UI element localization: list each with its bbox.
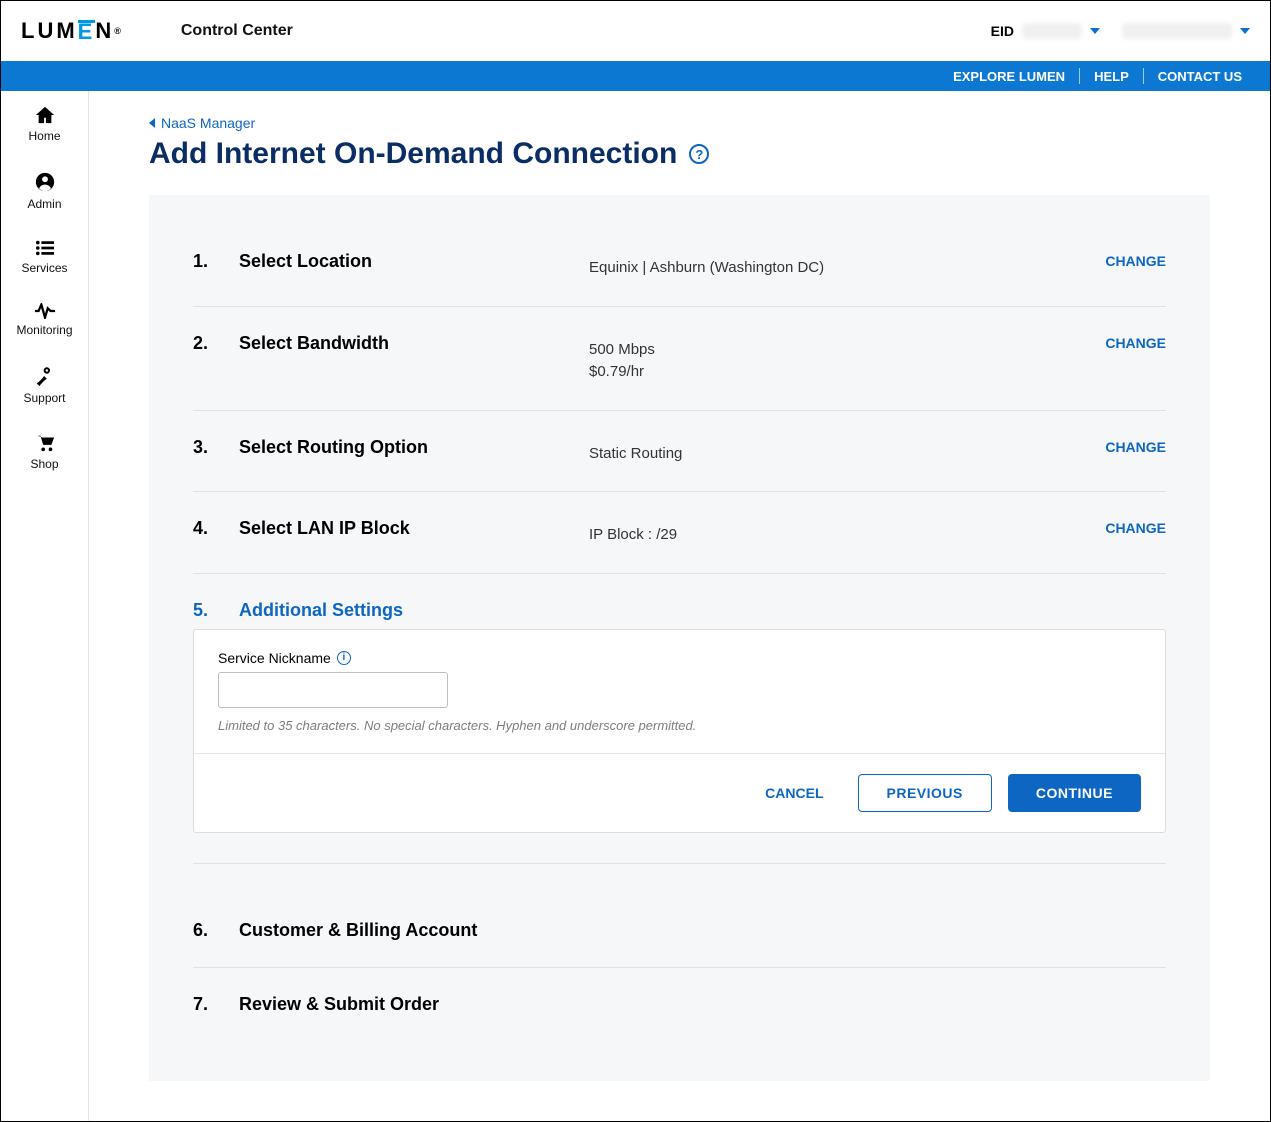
step-number: 5. [193, 600, 239, 621]
account-value-redacted[interactable]: xxxxxxxxx [1122, 23, 1232, 39]
separator [193, 863, 1166, 864]
app-title: Control Center [181, 22, 293, 40]
service-nickname-label: Service Nickname i [218, 650, 1141, 666]
change-button[interactable]: CHANGE [1105, 251, 1166, 269]
step-4-row: 4. Select LAN IP Block IP Block : /29 CH… [193, 492, 1166, 574]
step-title: Review & Submit Order [239, 994, 439, 1015]
user-icon [34, 171, 56, 193]
contact-us-link[interactable]: CONTACT US [1144, 69, 1256, 84]
sidebar-item-label: Monitoring [16, 323, 72, 337]
step-number: 1. [193, 251, 239, 272]
logo-text: LUM [21, 18, 78, 44]
step-value: IP Block : /29 [589, 518, 1105, 547]
step-3-row: 3. Select Routing Option Static Routing … [193, 411, 1166, 493]
bandwidth-price: $0.79/hr [589, 361, 1105, 384]
step-number: 6. [193, 920, 239, 941]
cart-icon [34, 433, 56, 453]
breadcrumb[interactable]: NaaS Manager [149, 115, 1210, 131]
utility-nav: EXPLORE LUMEN HELP CONTACT US [1, 61, 1270, 91]
sidebar-item-label: Services [21, 261, 67, 275]
change-button[interactable]: CHANGE [1105, 333, 1166, 351]
sidebar-item-shop[interactable]: Shop [1, 433, 88, 471]
step-value: Static Routing [589, 437, 1105, 466]
wizard-panel: 1. Select Location Equinix | Ashburn (Wa… [149, 195, 1210, 1081]
eid-value-redacted[interactable]: xxxxx [1022, 23, 1082, 39]
step-number: 3. [193, 437, 239, 458]
help-link[interactable]: HELP [1080, 69, 1143, 84]
step-number: 2. [193, 333, 239, 354]
chevron-down-icon[interactable] [1090, 28, 1100, 34]
step-6-row: 6. Customer & Billing Account [193, 894, 1166, 968]
sidebar-item-home[interactable]: Home [1, 105, 88, 143]
step-title: Select LAN IP Block [239, 518, 589, 539]
change-button[interactable]: CHANGE [1105, 437, 1166, 455]
step-number: 4. [193, 518, 239, 539]
service-nickname-input[interactable] [218, 672, 448, 708]
step-2-row: 2. Select Bandwidth 500 Mbps $0.79/hr CH… [193, 307, 1166, 411]
step-value: 500 Mbps $0.79/hr [589, 333, 1105, 384]
activity-icon [34, 303, 56, 319]
step-title: Select Bandwidth [239, 333, 589, 354]
page-title: Add Internet On-Demand Connection ? [149, 137, 1210, 171]
sidebar: Home Admin Services Monitoring Support S… [1, 91, 89, 1121]
sidebar-item-admin[interactable]: Admin [1, 171, 88, 211]
helper-text: Limited to 35 characters. No special cha… [218, 718, 1141, 733]
sidebar-item-label: Admin [27, 197, 61, 211]
sidebar-item-label: Support [23, 391, 65, 405]
step-title: Additional Settings [239, 600, 589, 621]
step-title: Customer & Billing Account [239, 920, 477, 941]
sidebar-item-label: Shop [30, 457, 58, 471]
step-1-row: 1. Select Location Equinix | Ashburn (Wa… [193, 225, 1166, 307]
breadcrumb-label: NaaS Manager [161, 115, 255, 131]
explore-lumen-link[interactable]: EXPLORE LUMEN [939, 69, 1079, 84]
step-value: Equinix | Ashburn (Washington DC) [589, 251, 1105, 280]
additional-settings-panel: Service Nickname i Limited to 35 charact… [193, 629, 1166, 833]
list-icon [34, 239, 56, 257]
step-number: 7. [193, 994, 239, 1015]
logo-e: E [78, 20, 96, 42]
help-icon[interactable]: ? [689, 144, 709, 164]
chevron-down-icon[interactable] [1240, 28, 1250, 34]
change-button[interactable]: CHANGE [1105, 518, 1166, 536]
step-5-row: 5. Additional Settings [193, 574, 1166, 633]
step-7-row: 7. Review & Submit Order [193, 968, 1166, 1041]
previous-button[interactable]: PREVIOUS [858, 774, 992, 812]
chevron-left-icon [149, 118, 155, 128]
sidebar-item-support[interactable]: Support [1, 365, 88, 405]
step-title: Select Location [239, 251, 589, 272]
logo: LUMEN® [21, 18, 121, 44]
sidebar-item-services[interactable]: Services [1, 239, 88, 275]
sidebar-item-label: Home [28, 129, 60, 143]
field-label-text: Service Nickname [218, 650, 331, 666]
cancel-button[interactable]: CANCEL [747, 775, 841, 811]
action-bar: CANCEL PREVIOUS CONTINUE [194, 753, 1165, 832]
step-title: Select Routing Option [239, 437, 589, 458]
support-icon [34, 365, 56, 387]
eid-label: EID [991, 23, 1014, 39]
registered-icon: ® [114, 26, 121, 36]
home-icon [34, 105, 56, 125]
logo-text2: N [95, 18, 114, 44]
bandwidth-value: 500 Mbps [589, 339, 1105, 362]
info-icon[interactable]: i [337, 651, 351, 665]
sidebar-item-monitoring[interactable]: Monitoring [1, 303, 88, 337]
continue-button[interactable]: CONTINUE [1008, 774, 1141, 812]
page-title-text: Add Internet On-Demand Connection [149, 137, 677, 171]
